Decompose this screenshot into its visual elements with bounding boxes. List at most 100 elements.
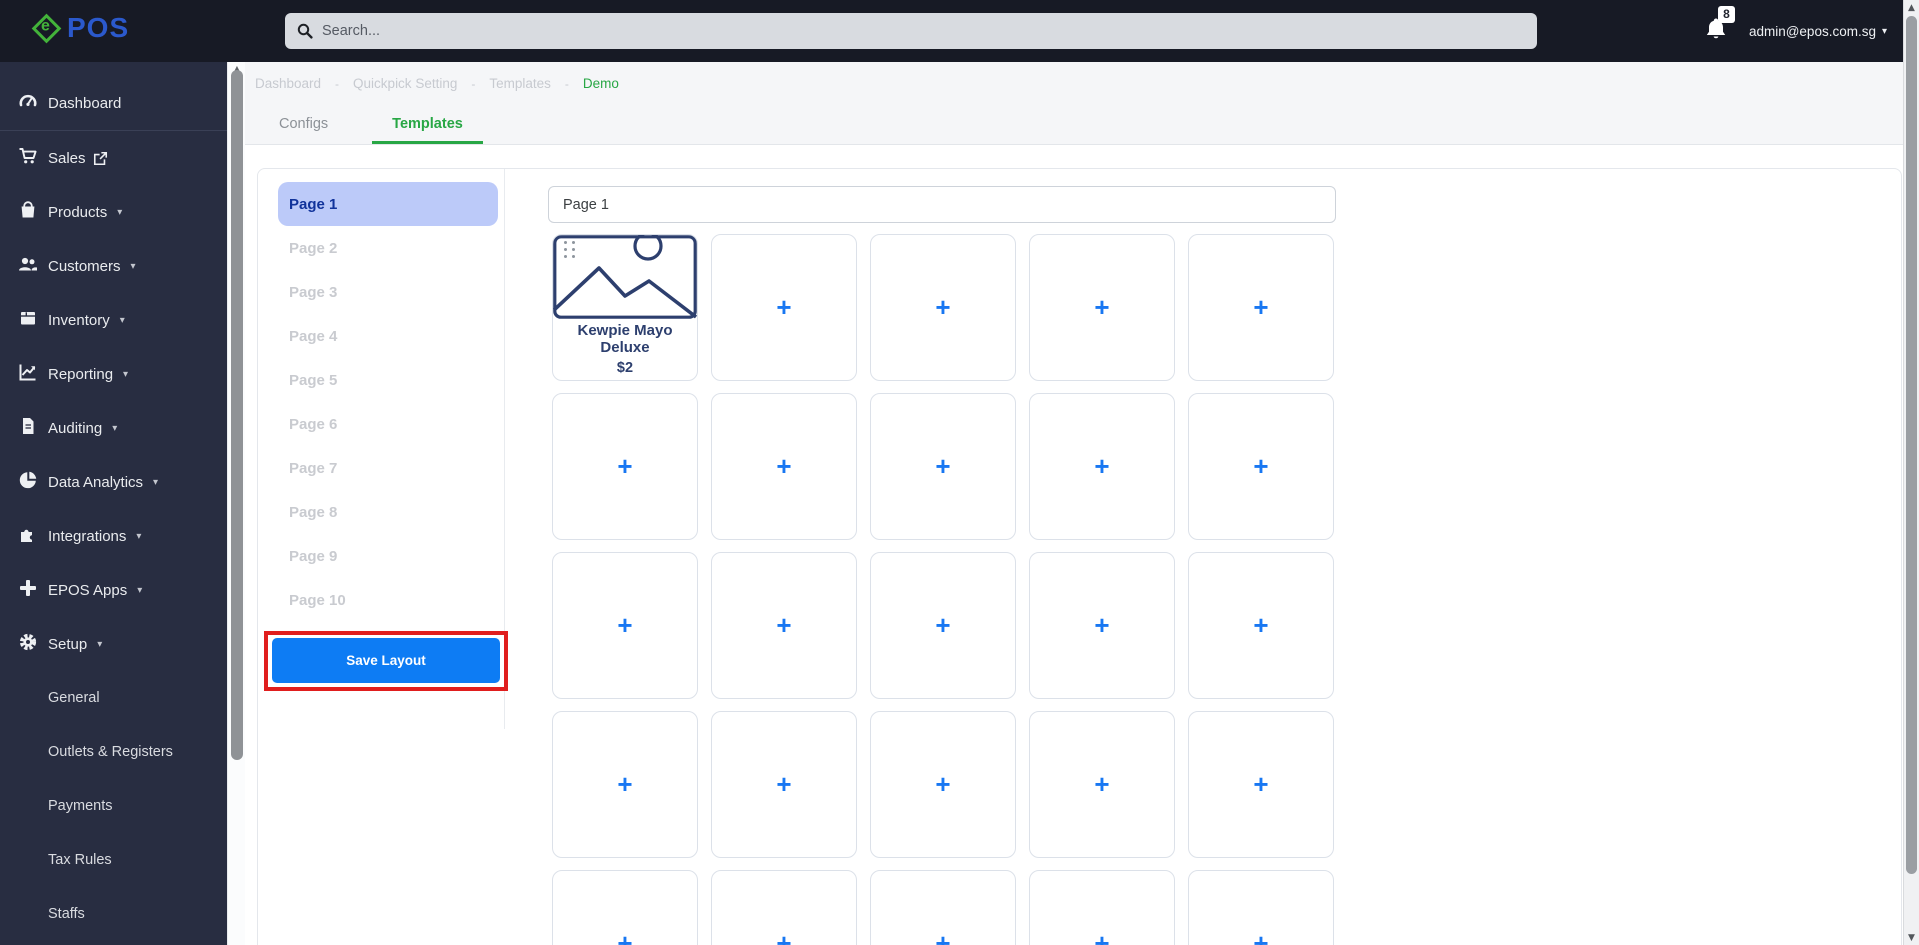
empty-tile-add[interactable]: +	[552, 393, 698, 540]
tab-templates[interactable]: Templates	[372, 106, 483, 144]
empty-tile-add[interactable]: +	[552, 870, 698, 945]
breadcrumb-item-templates[interactable]: Templates	[489, 76, 551, 91]
sidebar-item-label: Setup	[48, 636, 87, 653]
sidebar-item-customers[interactable]: Customers▾	[0, 239, 227, 293]
sidebar-subitem-staffs[interactable]: Staffs	[0, 887, 227, 941]
empty-tile-add[interactable]: +	[711, 711, 857, 858]
sidebar-item-sales[interactable]: Sales	[0, 131, 227, 185]
page-name-input[interactable]	[548, 186, 1336, 223]
sidebar-item-label: Reporting	[48, 366, 113, 383]
drag-handle-icon[interactable]	[564, 241, 575, 258]
breadcrumb-item-quickpick-setting[interactable]: Quickpick Setting	[353, 76, 457, 91]
product-tile[interactable]: Kewpie Mayo Deluxe $2	[552, 234, 698, 381]
sidebar-subitem-payments[interactable]: Payments	[0, 779, 227, 833]
sidebar-item-integrations[interactable]: Integrations ▾	[0, 509, 227, 563]
sidebar-item-label: Integrations	[48, 528, 126, 545]
sidebar-subitem-label: General	[48, 690, 100, 706]
empty-tile-add[interactable]: +	[1029, 870, 1175, 945]
sidebar-item-setup[interactable]: Setup ▾	[0, 617, 227, 671]
empty-tile-add[interactable]: +	[1029, 552, 1175, 699]
page-list-item-9[interactable]: Page 9	[278, 534, 498, 578]
chevron-down-icon: ▾	[136, 531, 141, 542]
sidebar-item-products[interactable]: Products▾	[0, 185, 227, 239]
pie-icon	[17, 470, 39, 494]
add-plus-icon: +	[871, 712, 1015, 857]
sidebar-item-dashboard[interactable]: Dashboard	[0, 76, 227, 130]
page-list-item-4[interactable]: Page 4	[278, 314, 498, 358]
empty-tile-add[interactable]: +	[711, 552, 857, 699]
page-list-item-1[interactable]: Page 1	[278, 182, 498, 226]
empty-tile-add[interactable]: +	[870, 393, 1016, 540]
save-layout-button[interactable]: Save Layout	[272, 638, 500, 683]
browser-scrollbar-thumb[interactable]	[1906, 16, 1917, 874]
empty-tile-add[interactable]: +	[711, 870, 857, 945]
sidebar-item-auditing[interactable]: Auditing▾	[0, 401, 227, 455]
empty-tile-add[interactable]: +	[1188, 711, 1334, 858]
empty-tile-add[interactable]: +	[552, 711, 698, 858]
empty-tile-add[interactable]: +	[1029, 711, 1175, 858]
add-plus-icon: +	[1030, 394, 1174, 539]
sidebar-item-label: Products	[48, 204, 107, 221]
add-plus-icon: +	[712, 712, 856, 857]
page-list-item-3[interactable]: Page 3	[278, 270, 498, 314]
empty-tile-add[interactable]: +	[870, 870, 1016, 945]
sidebar-item-inventory[interactable]: Inventory▾	[0, 293, 227, 347]
chart-icon	[17, 362, 39, 386]
empty-tile-add[interactable]: +	[711, 393, 857, 540]
sidebar-item-label: Dashboard	[48, 95, 121, 112]
user-account-menu[interactable]: admin@epos.com.sg ▾	[1749, 24, 1887, 39]
sidebar-subitem-outlets-registers[interactable]: Outlets & Registers	[0, 725, 227, 779]
breadcrumb-item-demo: Demo	[583, 76, 619, 91]
page-list-item-8[interactable]: Page 8	[278, 490, 498, 534]
scrollbar-down-arrow-icon[interactable]: ▼	[1904, 933, 1919, 943]
tab-bar: Configs Templates	[245, 106, 483, 144]
empty-tile-add[interactable]: +	[1188, 552, 1334, 699]
scrollbar-up-arrow-icon[interactable]: ▲	[1904, 3, 1919, 13]
browser-scrollbar[interactable]: ▲ ▼	[1903, 0, 1919, 945]
empty-tile-add[interactable]: +	[1188, 234, 1334, 381]
add-plus-icon: +	[1030, 871, 1174, 945]
notifications-button[interactable]: 8	[1705, 17, 1727, 46]
page-list-item-7[interactable]: Page 7	[278, 446, 498, 490]
add-plus-icon: +	[1030, 553, 1174, 698]
empty-tile-add[interactable]: +	[870, 711, 1016, 858]
tab-configs[interactable]: Configs	[259, 106, 348, 144]
search-input[interactable]	[322, 23, 1525, 39]
empty-tile-add[interactable]: +	[1029, 234, 1175, 381]
page-list-item-6[interactable]: Page 6	[278, 402, 498, 446]
global-search[interactable]	[285, 13, 1537, 49]
search-icon	[297, 23, 313, 39]
empty-tile-add[interactable]: +	[870, 552, 1016, 699]
page-list-item-5[interactable]: Page 5	[278, 358, 498, 402]
chevron-down-icon: ▾	[137, 585, 142, 596]
epos-logo[interactable]: e POS	[36, 14, 129, 42]
sidebar-item-epos-apps[interactable]: EPOS Apps▾	[0, 563, 227, 617]
breadcrumb-separator: -	[471, 77, 475, 91]
box-icon	[17, 308, 39, 332]
empty-tile-add[interactable]: +	[552, 552, 698, 699]
content-scrollbar[interactable]: ▲	[227, 62, 245, 945]
empty-tile-add[interactable]: +	[711, 234, 857, 381]
breadcrumb-separator: -	[565, 77, 569, 91]
product-price: $2	[553, 360, 697, 376]
sidebar-subitem-general[interactable]: General	[0, 671, 227, 725]
cart-icon	[17, 146, 39, 170]
empty-tile-add[interactable]: +	[1188, 870, 1334, 945]
sidebar-nav: DashboardSalesProducts▾Customers▾Invento…	[0, 62, 227, 945]
chevron-down-icon: ▾	[123, 369, 128, 380]
add-plus-icon: +	[871, 394, 1015, 539]
empty-tile-add[interactable]: +	[870, 234, 1016, 381]
breadcrumb-item-dashboard[interactable]: Dashboard	[255, 76, 321, 91]
sidebar-subitem-label: Outlets & Registers	[48, 744, 173, 760]
empty-tile-add[interactable]: +	[1188, 393, 1334, 540]
content-scrollbar-thumb[interactable]	[231, 70, 243, 760]
page-list-item-2[interactable]: Page 2	[278, 226, 498, 270]
top-navbar: e POS 8 admin@epos.com.sg ▾	[0, 0, 1919, 62]
sidebar-subitem-tax-rules[interactable]: Tax Rules	[0, 833, 227, 887]
empty-tile-add[interactable]: +	[1029, 393, 1175, 540]
quickpick-templates-page: e POS 8 admin@epos.com.sg ▾ D	[0, 0, 1919, 945]
sidebar-item-reporting[interactable]: Reporting ▾	[0, 347, 227, 401]
sidebar-item-data-analytics[interactable]: Data Analytics▾	[0, 455, 227, 509]
chevron-down-icon: ▾	[97, 639, 102, 650]
page-list-item-10[interactable]: Page 10	[278, 578, 498, 622]
